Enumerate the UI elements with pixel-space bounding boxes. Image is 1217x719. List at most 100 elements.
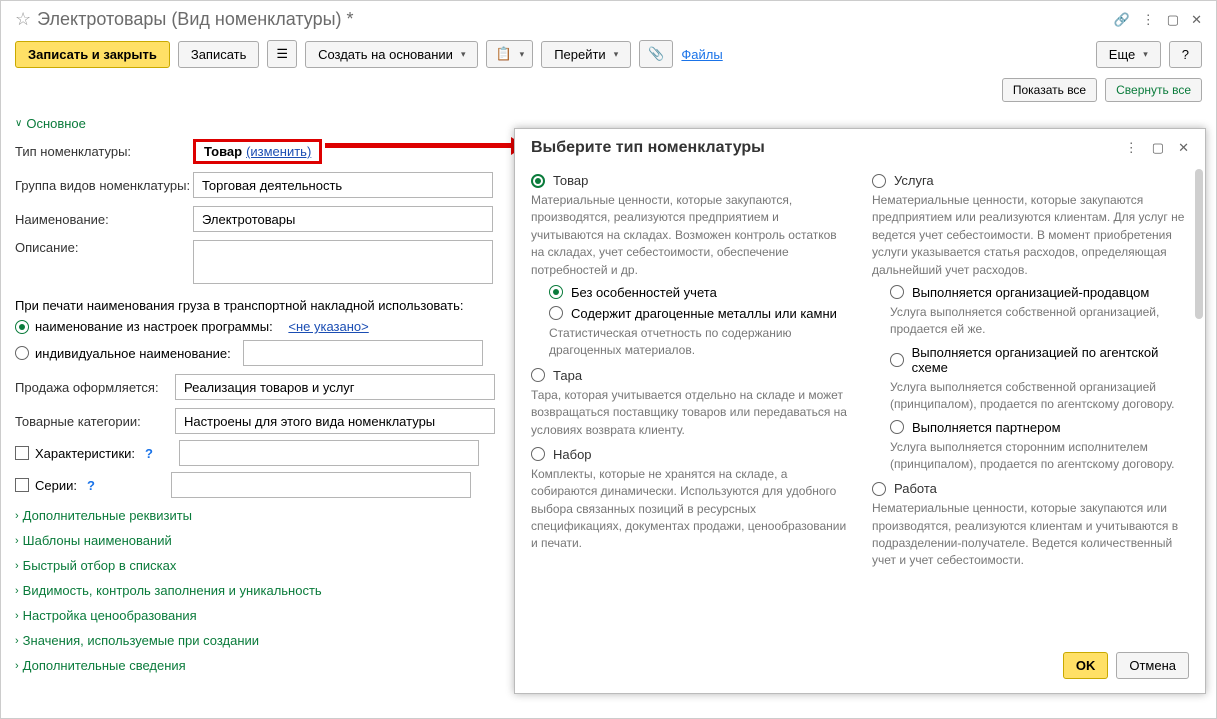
radio-service[interactable] (872, 174, 886, 188)
type-change-link[interactable]: (изменить) (246, 144, 311, 159)
print-opt1-label: наименование из настроек программы: (35, 319, 273, 334)
sub-plain-label: Без особенностей учета (571, 285, 717, 300)
ok-button[interactable]: OK (1063, 652, 1109, 679)
radio-set[interactable] (531, 447, 545, 461)
s3-label: Выполняется партнером (912, 420, 1061, 435)
label-group: Группа видов номенклатуры: (15, 178, 193, 193)
goto-button[interactable]: Перейти (541, 41, 631, 68)
field-chars[interactable] (179, 440, 479, 466)
label-desc: Описание: (15, 240, 193, 255)
window-controls: 🔗 ⋮ ▢ ✕ (1114, 12, 1202, 28)
create-based-button[interactable]: Создать на основании (305, 41, 478, 68)
dialog-col-left: Товар Материальные ценности, которые зак… (531, 165, 848, 642)
close-icon[interactable]: ✕ (1191, 12, 1202, 28)
print-not-set-link[interactable]: <не указано> (288, 319, 368, 334)
more-label: Еще (1109, 47, 1135, 62)
chevron-right-icon: › (15, 660, 19, 672)
goto-label: Перейти (554, 47, 606, 62)
label-cats: Товарные категории: (15, 414, 175, 429)
radio-container[interactable] (531, 368, 545, 382)
files-link[interactable]: Файлы (681, 47, 722, 62)
cancel-button[interactable]: Отмена (1116, 652, 1189, 679)
annotation-arrow-line (325, 143, 515, 148)
radio-s3[interactable] (890, 420, 904, 434)
opt-work-desc: Нематериальные ценности, которые закупаю… (872, 500, 1189, 570)
label-name: Наименование: (15, 212, 193, 227)
dialog-title: Выберите тип номенклатуры (531, 139, 1125, 157)
radio-goods[interactable] (531, 174, 545, 188)
field-name[interactable]: Электротовары (193, 206, 493, 232)
sub-opt-s1[interactable]: Выполняется организацией-продавцом (890, 285, 1189, 300)
sale-value: Реализация товаров и услуг (184, 380, 355, 395)
field-group[interactable]: Торговая деятельность (193, 172, 493, 198)
field-series[interactable] (171, 472, 471, 498)
s2-desc: Услуга выполняется собственной организац… (890, 379, 1189, 414)
sub-opt-s2[interactable]: Выполняется организацией по агентской сх… (890, 345, 1189, 375)
type-value-box: Товар (изменить) (193, 139, 322, 164)
group-value: Торговая деятельность (202, 178, 342, 193)
opt-set: Набор Комплекты, которые не хранятся на … (531, 447, 848, 553)
radio-sub-precious[interactable] (549, 306, 563, 320)
opt-work: Работа Нематериальные ценности, которые … (872, 481, 1189, 570)
radio-print-opt2[interactable] (15, 346, 29, 360)
sub-precious-desc: Статистическая отчетность по содержанию … (549, 325, 848, 360)
maximize-icon[interactable]: ▢ (1152, 140, 1164, 156)
main-toolbar: Записать и закрыть Записать ☰ Создать на… (1, 34, 1216, 74)
cats-value: Настроены для этого вида номенклатуры (184, 414, 435, 429)
check-chars[interactable] (15, 446, 29, 460)
dialog-scrollbar[interactable] (1195, 169, 1203, 699)
opt-service-desc: Нематериальные ценности, которые закупаю… (872, 192, 1189, 279)
section-label: Быстрый отбор в списках (23, 558, 177, 573)
section-label: Дополнительные сведения (23, 658, 186, 673)
opt-service-line[interactable]: Услуга (872, 173, 1189, 188)
field-sale[interactable]: Реализация товаров и услуг (175, 374, 495, 400)
opt-work-line[interactable]: Работа (872, 481, 1189, 496)
list-icon-button[interactable]: ☰ (267, 40, 297, 68)
kebab-icon[interactable]: ⋮ (1142, 12, 1155, 28)
field-print-opt2[interactable] (243, 340, 483, 366)
hint-series[interactable]: ? (87, 478, 95, 493)
sub-opt-precious[interactable]: Содержит драгоценные металлы или камни (549, 306, 848, 321)
kebab-icon[interactable]: ⋮ (1125, 140, 1138, 156)
radio-s2[interactable] (890, 353, 904, 367)
radio-s1[interactable] (890, 285, 904, 299)
dialog-footer: OK Отмена (515, 642, 1205, 693)
opt-goods-line[interactable]: Товар (531, 173, 848, 188)
field-desc[interactable] (193, 240, 493, 284)
type-dialog: Выберите тип номенклатуры ⋮ ▢ ✕ Товар Ма… (514, 128, 1206, 694)
hint-chars[interactable]: ? (145, 446, 153, 461)
help-button[interactable]: ? (1169, 41, 1202, 68)
close-icon[interactable]: ✕ (1178, 140, 1189, 156)
save-button[interactable]: Записать (178, 41, 260, 68)
save-close-button[interactable]: Записать и закрыть (15, 41, 170, 68)
label-chars: Характеристики: (35, 446, 135, 461)
label-sale: Продажа оформляется: (15, 380, 175, 395)
link-icon[interactable]: 🔗 (1114, 12, 1130, 28)
opt-goods-desc: Материальные ценности, которые закупаютс… (531, 192, 848, 279)
opt-set-label: Набор (553, 447, 592, 462)
radio-sub-plain[interactable] (549, 285, 563, 299)
attach-icon-button[interactable]: 📎 (639, 40, 673, 68)
type-value: Товар (204, 144, 242, 159)
star-icon[interactable]: ☆ (15, 9, 31, 30)
sub-opt-plain[interactable]: Без особенностей учета (549, 285, 848, 300)
radio-work[interactable] (872, 482, 886, 496)
check-series[interactable] (15, 478, 29, 492)
opt-set-line[interactable]: Набор (531, 447, 848, 462)
radio-print-opt1[interactable] (15, 320, 29, 334)
maximize-icon[interactable]: ▢ (1167, 12, 1179, 28)
section-label: Дополнительные реквизиты (23, 508, 192, 523)
scroll-thumb[interactable] (1195, 169, 1203, 319)
show-all-button[interactable]: Показать все (1002, 78, 1097, 102)
opt-container-line[interactable]: Тара (531, 368, 848, 383)
opt-set-desc: Комплекты, которые не хранятся на складе… (531, 466, 848, 553)
opt-service-label: Услуга (894, 173, 934, 188)
collapse-all-button[interactable]: Свернуть все (1105, 78, 1202, 102)
report-icon-button[interactable]: 📋 (486, 40, 533, 68)
label-type: Тип номенклатуры: (15, 144, 193, 159)
section-main-label: Основное (26, 116, 86, 131)
more-button[interactable]: Еще (1096, 41, 1161, 68)
sub-precious-label: Содержит драгоценные металлы или камни (571, 306, 837, 321)
sub-opt-s3[interactable]: Выполняется партнером (890, 420, 1189, 435)
field-cats[interactable]: Настроены для этого вида номенклатуры (175, 408, 495, 434)
